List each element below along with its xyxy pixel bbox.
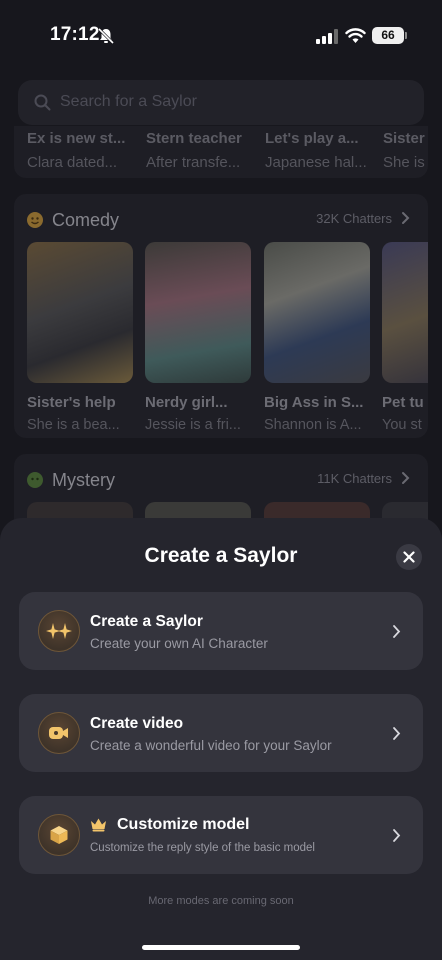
search-icon <box>34 94 51 111</box>
option-title: Create a Saylor <box>90 613 203 630</box>
home-indicator[interactable] <box>142 945 300 950</box>
section-title: Mystery <box>52 469 115 490</box>
sparkles-icon <box>38 610 80 652</box>
battery-nub <box>405 32 407 39</box>
chatters-count[interactable]: 32K Chatters <box>316 211 392 226</box>
coming-soon-note: More modes are coming soon <box>148 895 294 907</box>
comedy-emoji-icon <box>27 212 43 228</box>
character-image <box>382 242 428 383</box>
option-title: Create video <box>90 715 184 732</box>
chevron-right-icon <box>393 727 401 740</box>
section-header[interactable]: Comedy <box>26 208 119 232</box>
option-title: Customize model <box>117 816 250 833</box>
sheet-title: Create a Saylor <box>144 544 298 567</box>
wifi-icon <box>345 28 366 43</box>
option-subtitle: Create a wonderful video for your Saylor <box>90 738 332 753</box>
section-header[interactable]: Mystery <box>26 468 115 492</box>
status-bar: 17:12 66 <box>0 0 442 72</box>
option-subtitle: Customize the reply style of the basic m… <box>90 842 315 854</box>
customize-model-option[interactable]: Customize model Customize the reply styl… <box>19 796 423 874</box>
crown-icon <box>91 818 106 832</box>
create-bottom-sheet: Create a Saylor Create a Saylor Create y… <box>0 518 442 960</box>
section-title: Comedy <box>52 209 120 230</box>
chevron-right-icon <box>393 625 401 638</box>
search-bar[interactable]: Search for a Saylor <box>18 80 424 125</box>
cube-icon <box>38 814 80 856</box>
character-image <box>145 242 251 383</box>
chatters-count[interactable]: 11K Chatters <box>317 471 392 486</box>
battery-indicator: 66 <box>372 27 404 44</box>
character-card[interactable]: Nerdy girl... Jessie is a fri... <box>145 242 251 433</box>
character-image <box>27 242 133 383</box>
chevron-right-icon[interactable] <box>401 471 410 485</box>
previous-section-row: Ex is new st... Clara dated... Stern tea… <box>14 126 428 178</box>
option-subtitle: Create your own AI Character <box>90 636 268 651</box>
video-camera-icon <box>38 712 80 754</box>
close-icon <box>403 551 415 563</box>
character-card[interactable]: Big Ass in S... Shannon is A... <box>264 242 370 433</box>
character-card[interactable]: Pet tu You st <box>382 242 428 433</box>
comedy-section: Comedy 32K Chatters Sister's help She is… <box>14 194 428 438</box>
signal-icon <box>316 29 338 44</box>
bell-muted-icon <box>97 27 115 45</box>
mystery-emoji-icon <box>27 472 43 488</box>
create-saylor-option[interactable]: Create a Saylor Create your own AI Chara… <box>19 592 423 670</box>
create-video-option[interactable]: Create video Create a wonderful video fo… <box>19 694 423 772</box>
chevron-right-icon <box>393 829 401 842</box>
chevron-right-icon[interactable] <box>401 211 410 225</box>
close-button[interactable] <box>396 544 422 570</box>
search-placeholder: Search for a Saylor <box>60 93 197 110</box>
character-card[interactable]: Sister's help She is a bea... <box>27 242 133 433</box>
status-time: 17:12 <box>50 24 100 45</box>
character-image <box>264 242 370 383</box>
